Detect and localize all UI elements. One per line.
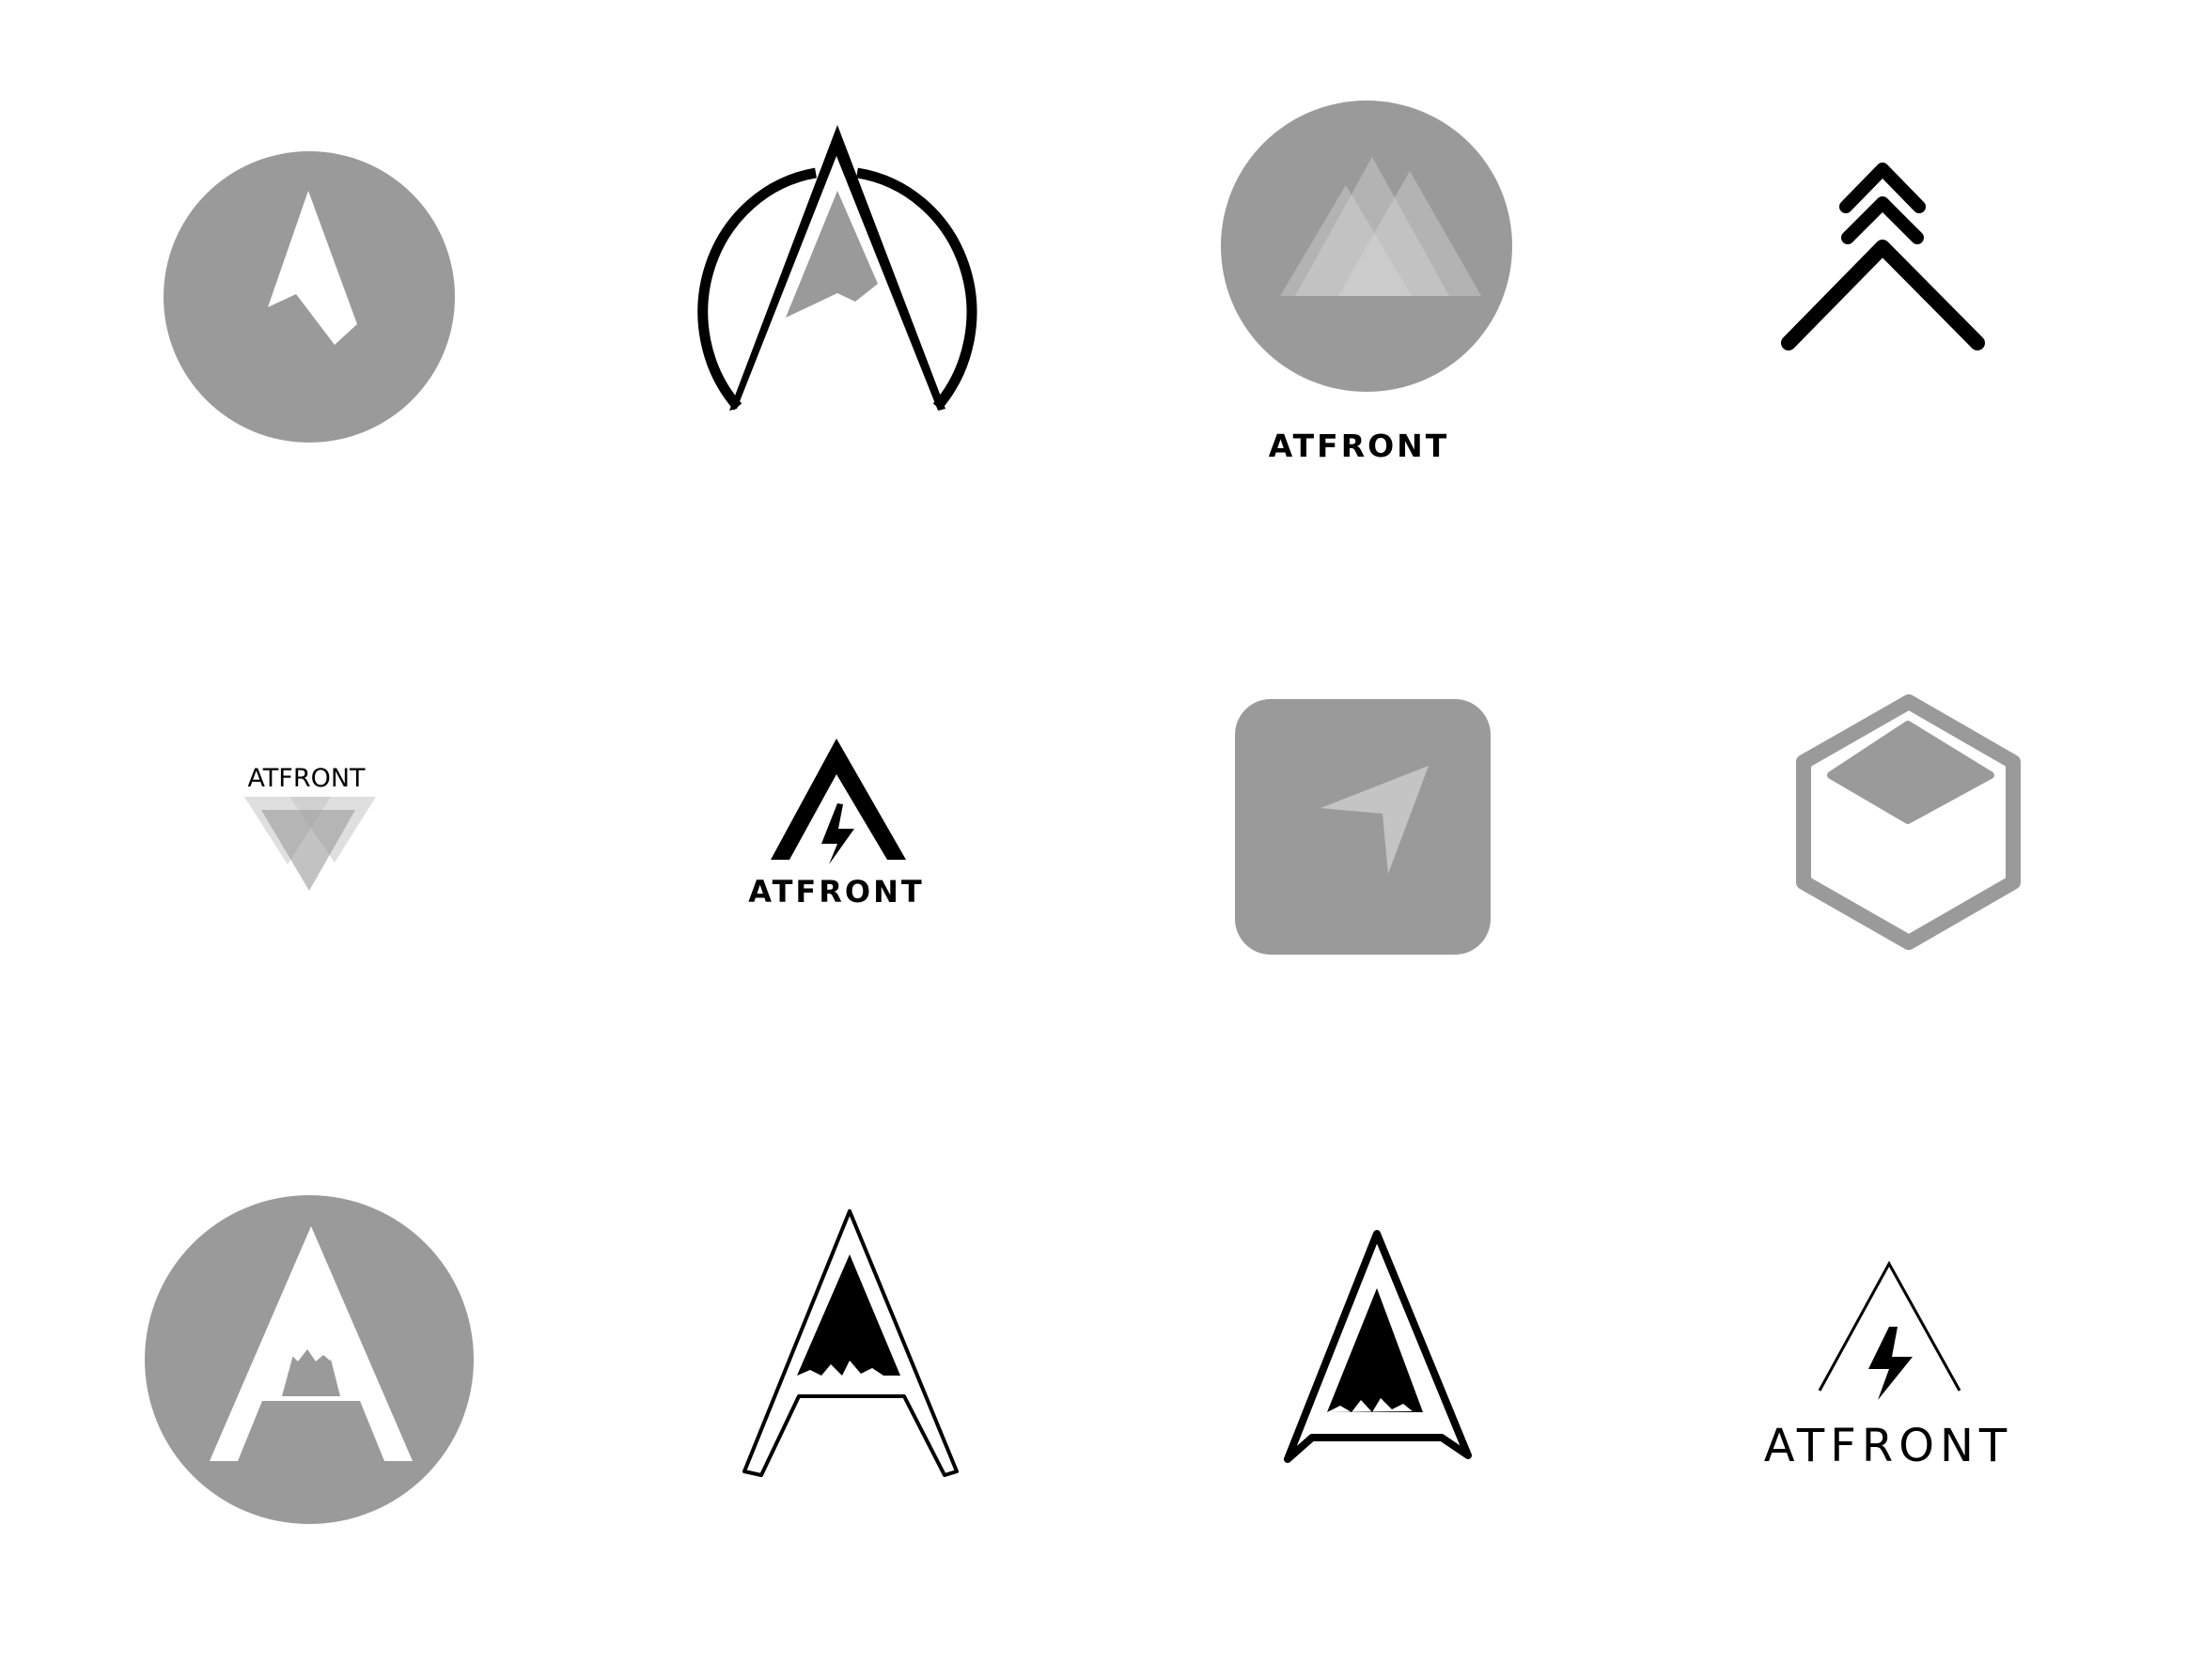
brand-wordmark: ATFRONT xyxy=(247,764,366,793)
brand-wordmark: ATFRONT xyxy=(748,874,924,910)
square-arrow-logo xyxy=(1235,699,1491,955)
brand-wordmark: ATFRONT xyxy=(1764,1420,2012,1472)
brand-wordmark: ATFRONT xyxy=(1269,428,1450,464)
logo-sheet: ATFRONT ATFRONT ATFRONT ATFRONT xyxy=(0,0,2203,1680)
circle-arrow-logo xyxy=(164,151,455,443)
rounded-square-badge xyxy=(1235,699,1491,955)
circle-a-logo xyxy=(145,1195,474,1524)
